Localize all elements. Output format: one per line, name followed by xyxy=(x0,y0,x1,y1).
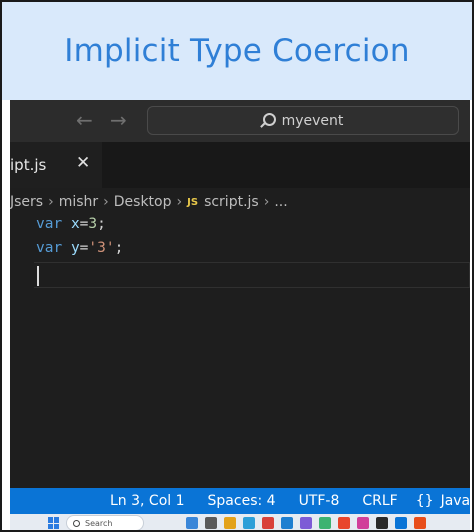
search-icon xyxy=(73,519,80,527)
taskbar-app-icon[interactable] xyxy=(262,517,274,529)
breadcrumb-item-users[interactable]: Jsers xyxy=(10,194,43,210)
cursor-position[interactable]: Ln 3, Col 1 xyxy=(110,493,185,509)
title-banner: Implicit Type Coercion xyxy=(2,2,472,100)
keyword-token: var xyxy=(36,240,63,256)
encoding-setting[interactable]: UTF-8 xyxy=(299,493,340,509)
tab-bar: ipt.js ✕ xyxy=(10,142,470,188)
current-line-highlight xyxy=(34,262,470,288)
breadcrumb: Jsers › mishr › Desktop › JS script.js ›… xyxy=(10,190,470,214)
breadcrumb-item-desktop[interactable]: Desktop xyxy=(114,194,172,210)
command-center-search[interactable]: myevent xyxy=(147,106,459,135)
windows-taskbar: Search xyxy=(10,514,470,530)
semicolon-token: ; xyxy=(97,216,106,232)
screenshot-frame: Implicit Type Coercion ← → myevent ipt.j… xyxy=(0,0,474,532)
taskbar-app-icon[interactable] xyxy=(357,517,369,529)
braces-icon: {} xyxy=(415,493,434,509)
close-icon[interactable]: ✕ xyxy=(76,153,90,173)
title-bar: ← → myevent xyxy=(10,100,470,142)
status-bar: Ln 3, Col 1 Spaces: 4 UTF-8 CRLF {} JavaS… xyxy=(10,488,470,514)
code-line: var x=3; xyxy=(36,216,106,238)
taskbar-search[interactable]: Search xyxy=(66,515,144,530)
line-ending-setting[interactable]: CRLF xyxy=(362,493,397,509)
vscode-window: ← → myevent ipt.js ✕ Jsers › mishr › Des… xyxy=(10,100,470,530)
breadcrumb-item-more[interactable]: ... xyxy=(274,194,287,210)
back-arrow-icon[interactable]: ← xyxy=(76,108,93,132)
indentation-setting[interactable]: Spaces: 4 xyxy=(208,493,276,509)
identifier-token: y xyxy=(70,240,80,256)
number-token: 3 xyxy=(88,216,98,232)
taskbar-app-icon[interactable] xyxy=(205,517,217,529)
breadcrumb-item-file[interactable]: script.js xyxy=(204,194,259,210)
taskbar-app-icon[interactable] xyxy=(414,517,426,529)
taskbar-app-icon[interactable] xyxy=(224,517,236,529)
code-editor[interactable]: var x=3; var y='3'; I xyxy=(10,216,470,486)
taskbar-app-icon[interactable] xyxy=(300,517,312,529)
search-text: myevent xyxy=(281,112,344,129)
semicolon-token: ; xyxy=(114,240,124,256)
taskbar-app-icon[interactable] xyxy=(376,517,388,529)
windows-start-icon[interactable] xyxy=(48,517,60,529)
code-line: var y='3'; xyxy=(36,240,123,262)
slide-title: Implicit Type Coercion xyxy=(64,33,410,69)
js-file-icon: JS xyxy=(187,196,199,208)
tab-script-js[interactable]: ipt.js ✕ xyxy=(10,142,102,188)
taskbar-app-icon[interactable] xyxy=(186,517,198,529)
chevron-right-icon: › xyxy=(48,194,54,210)
identifier-token: x xyxy=(70,216,80,232)
chevron-right-icon: › xyxy=(176,194,183,210)
taskbar-app-icon[interactable] xyxy=(243,517,255,529)
language-label: JavaSc xyxy=(440,493,470,509)
chevron-right-icon: › xyxy=(103,194,109,210)
text-cursor xyxy=(37,266,39,286)
taskbar-app-icon[interactable] xyxy=(338,517,350,529)
taskbar-apps xyxy=(186,517,426,529)
chevron-right-icon: › xyxy=(263,194,270,210)
forward-arrow-icon[interactable]: → xyxy=(110,108,127,132)
taskbar-app-icon[interactable] xyxy=(395,517,407,529)
taskbar-search-text: Search xyxy=(85,518,113,528)
taskbar-app-icon[interactable] xyxy=(319,517,331,529)
breadcrumb-item-mishr[interactable]: mishr xyxy=(59,194,98,210)
search-icon xyxy=(262,113,276,126)
tab-label: ipt.js xyxy=(10,156,47,174)
keyword-token: var xyxy=(36,216,63,232)
string-token: '3' xyxy=(88,240,115,256)
language-mode[interactable]: {} JavaSc xyxy=(416,493,470,509)
taskbar-app-icon[interactable] xyxy=(281,517,293,529)
